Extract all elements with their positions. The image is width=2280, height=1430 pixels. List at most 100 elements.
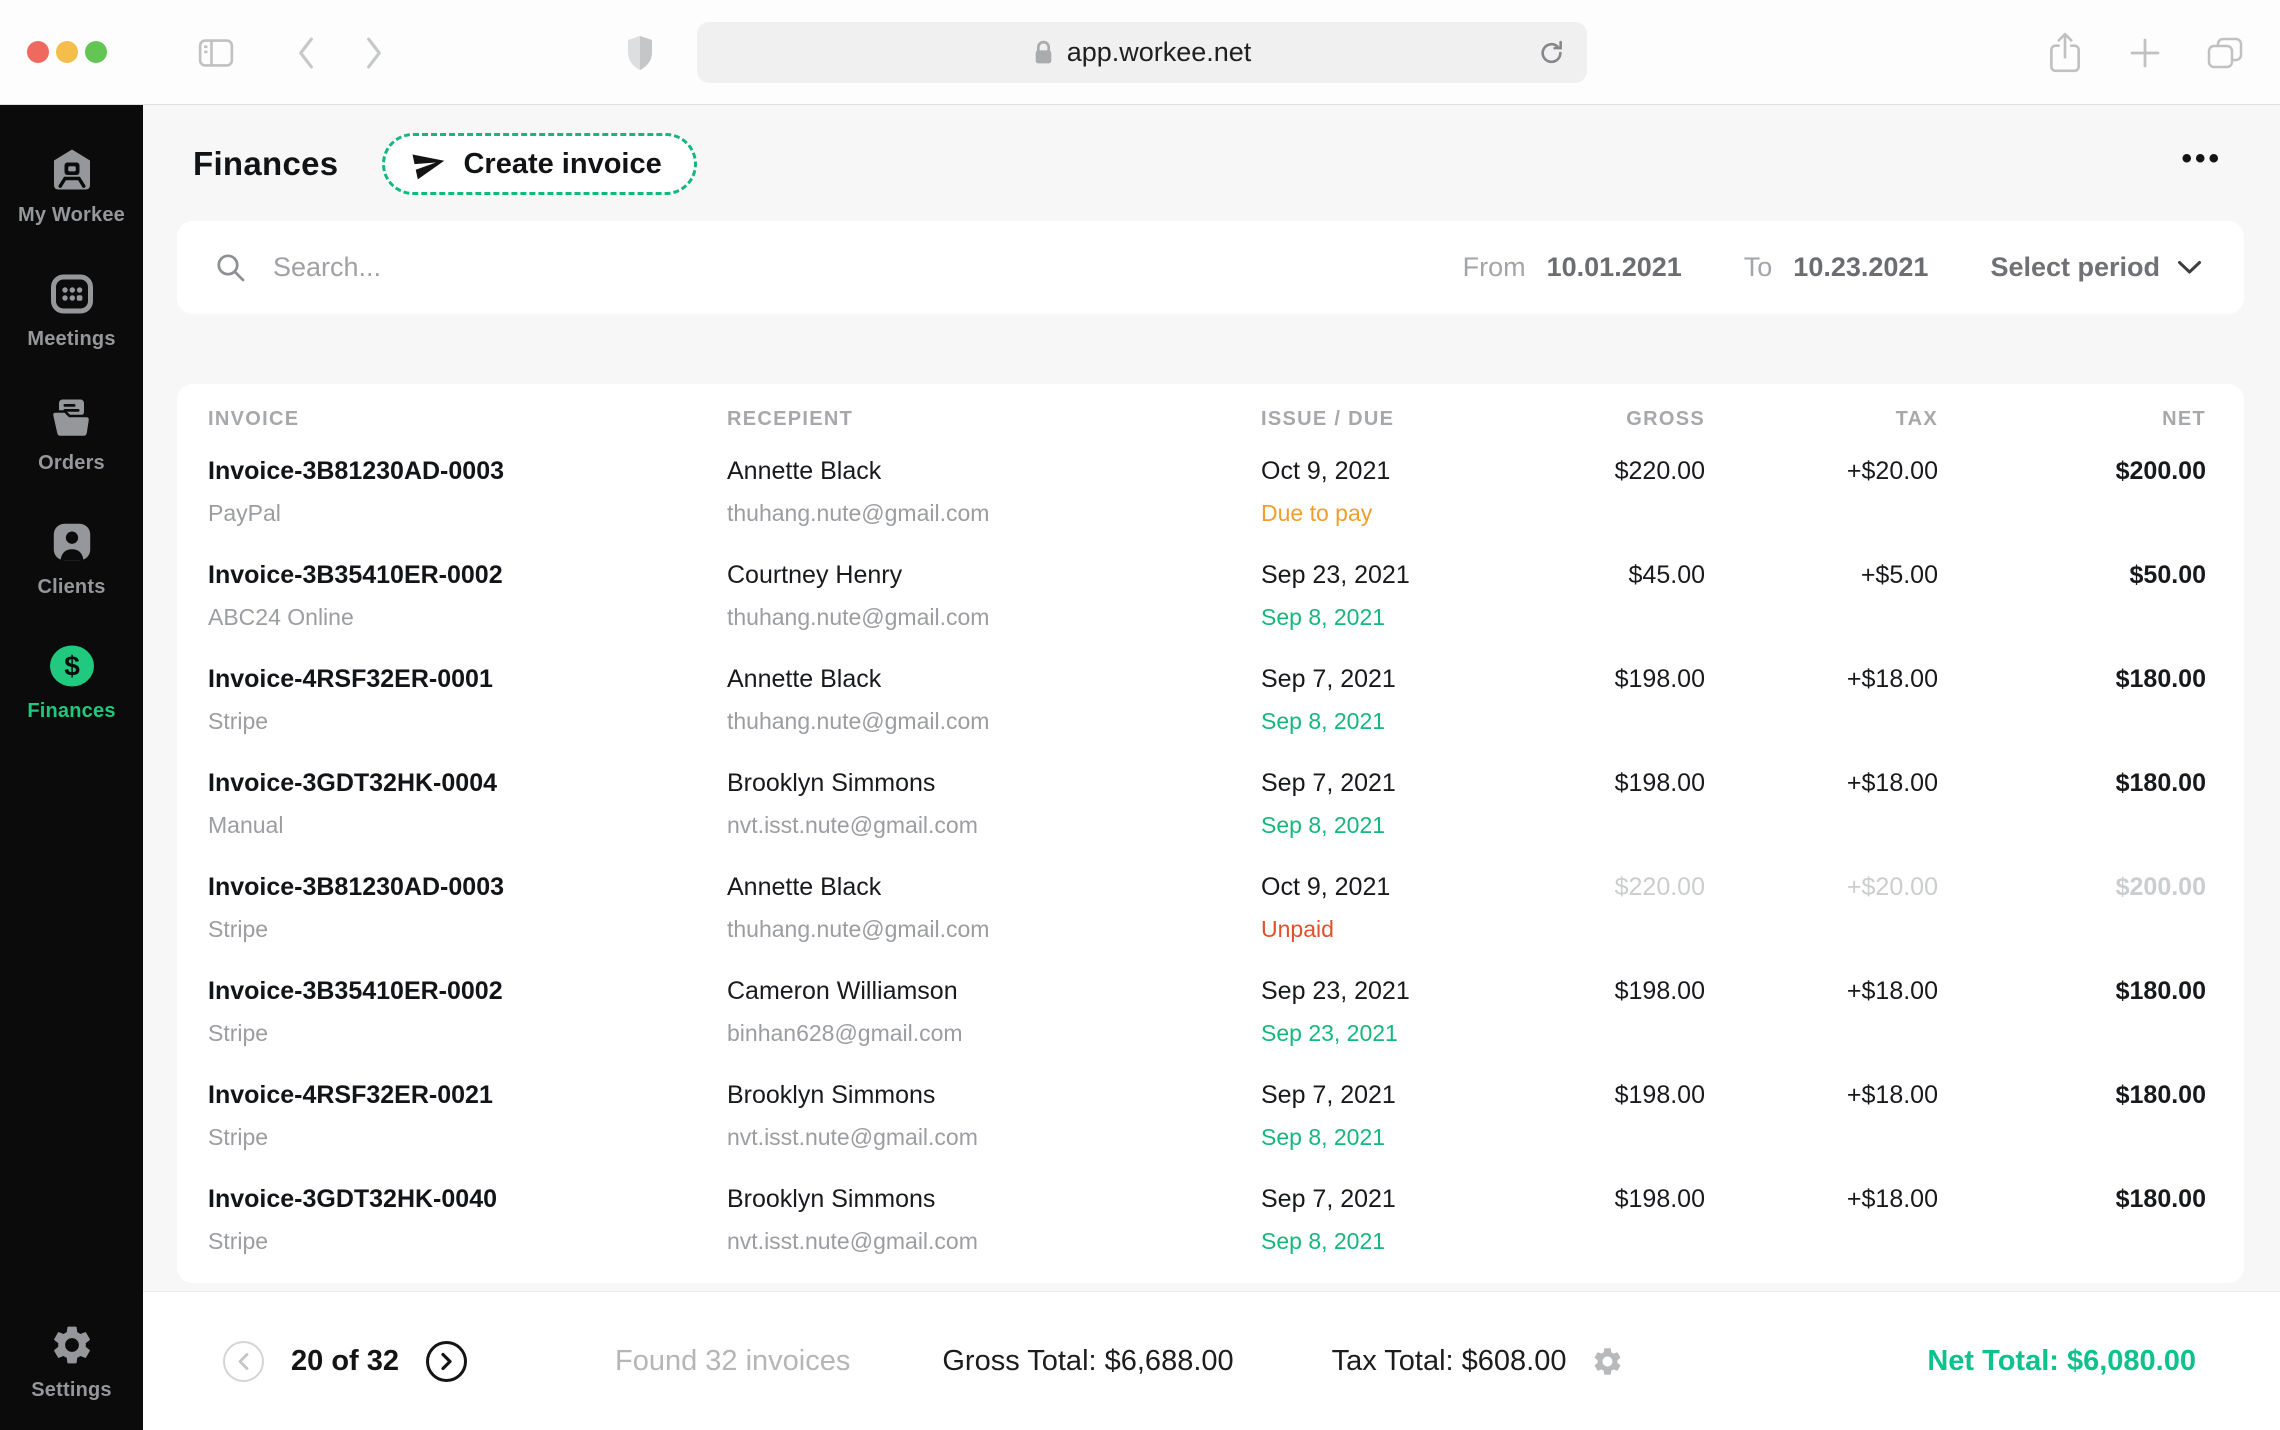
- sidebar-item-label: Settings: [31, 1379, 112, 1402]
- due-status: Sep 8, 2021: [1261, 1226, 1561, 1256]
- table-header-row: INVOICERECEPIENTISSUE / DUEGROSSTAXNET: [208, 404, 2206, 445]
- overflow-menu-icon[interactable]: •••: [2181, 144, 2224, 184]
- sidebar-item-settings[interactable]: Settings: [31, 1320, 112, 1402]
- table-row[interactable]: Invoice-3B35410ER-0002 Stripe Cameron Wi…: [208, 965, 2206, 1069]
- due-status: Sep 8, 2021: [1261, 1122, 1561, 1152]
- search-icon: [215, 252, 246, 283]
- next-page-button[interactable]: [426, 1341, 467, 1382]
- invoice-id: Invoice-3B35410ER-0002: [208, 559, 727, 591]
- net-amount: $180.00: [1938, 663, 2206, 695]
- due-status: Sep 8, 2021: [1261, 706, 1561, 736]
- tax-amount: +$18.00: [1705, 767, 1938, 799]
- invoice-id: Invoice-3GDT32HK-0040: [208, 1183, 727, 1215]
- net-amount: $180.00: [1938, 1183, 2206, 1215]
- tax-amount: +$18.00: [1705, 1079, 1938, 1111]
- recipient-email: nvt.isst.nute@gmail.com: [727, 1226, 1261, 1256]
- column-header-recepient: RECEPIENT: [727, 408, 1261, 431]
- summary-footer: 20 of 32 Found 32 invoices Gross Total: …: [143, 1291, 2280, 1430]
- select-period-dropdown[interactable]: Select period: [1990, 252, 2202, 283]
- filter-bar: From 10.01.2021 To 10.23.2021 Select per…: [177, 221, 2244, 314]
- from-label: From: [1463, 252, 1526, 283]
- dollar-icon: $: [47, 641, 97, 691]
- sidebar-item-label: My Workee: [18, 204, 125, 227]
- gross-amount: $45.00: [1561, 559, 1705, 591]
- new-tab-icon[interactable]: [2122, 0, 2168, 105]
- shield-icon[interactable]: [616, 0, 664, 105]
- tax-amount: +$5.00: [1705, 559, 1938, 591]
- address-bar[interactable]: app.workee.net: [697, 22, 1587, 83]
- table-row[interactable]: Invoice-3GDT32HK-0040 Stripe Brooklyn Si…: [208, 1173, 2206, 1277]
- sidebar-toggle-icon[interactable]: [192, 0, 240, 105]
- svg-text:$: $: [64, 651, 80, 682]
- minimize-window-button[interactable]: [56, 41, 78, 63]
- table-row[interactable]: Invoice-4RSF32ER-0001 Stripe Annette Bla…: [208, 653, 2206, 757]
- select-period-label: Select period: [1990, 252, 2160, 283]
- window-controls: [27, 41, 107, 63]
- previous-page-button[interactable]: [223, 1341, 264, 1382]
- reload-icon[interactable]: [1532, 38, 1571, 67]
- table-row[interactable]: Invoice-3B81230AD-0003 PayPal Annette Bl…: [208, 445, 2206, 549]
- back-icon[interactable]: [284, 0, 328, 105]
- paper-plane-icon: [412, 147, 446, 181]
- recipient-name: Brooklyn Simmons: [727, 1079, 1261, 1111]
- issue-date: Sep 7, 2021: [1261, 1079, 1561, 1111]
- table-row[interactable]: Invoice-3B81230AD-0003 Stripe Annette Bl…: [208, 861, 2206, 965]
- sidebar-item-meetings[interactable]: Meetings: [27, 269, 115, 351]
- net-total: Net Total: $6,080.00: [1927, 1345, 2196, 1378]
- table-body: Invoice-3B81230AD-0003 PayPal Annette Bl…: [208, 445, 2206, 1277]
- pagination-status: 20 of 32: [291, 1345, 399, 1378]
- issue-date: Sep 7, 2021: [1261, 663, 1561, 695]
- issue-date: Oct 9, 2021: [1261, 455, 1561, 487]
- payment-method: Stripe: [208, 914, 727, 944]
- search-input[interactable]: [271, 251, 831, 284]
- zoom-window-button[interactable]: [85, 41, 107, 63]
- net-amount: $180.00: [1938, 975, 2206, 1007]
- to-date-value[interactable]: 10.23.2021: [1793, 252, 1928, 283]
- gross-amount: $198.00: [1561, 767, 1705, 799]
- close-window-button[interactable]: [27, 41, 49, 63]
- tax-amount: +$18.00: [1705, 663, 1938, 695]
- tax-settings-gear-icon[interactable]: [1591, 1345, 1624, 1378]
- table-row[interactable]: Invoice-3GDT32HK-0004 Manual Brooklyn Si…: [208, 757, 2206, 861]
- table-row[interactable]: Invoice-4RSF32ER-0021 Stripe Brooklyn Si…: [208, 1069, 2206, 1173]
- create-invoice-button[interactable]: Create invoice: [382, 133, 696, 195]
- from-date-value[interactable]: 10.01.2021: [1547, 252, 1682, 283]
- sidebar-item-clients[interactable]: Clients: [37, 517, 105, 599]
- lock-icon: [1033, 39, 1054, 66]
- tax-amount: +$20.00: [1705, 871, 1938, 903]
- net-amount: $200.00: [1938, 455, 2206, 487]
- sidebar-item-finances[interactable]: $ Finances: [27, 641, 115, 723]
- sidebar: My Workee Meetings: [0, 105, 143, 1430]
- share-icon[interactable]: [2040, 0, 2090, 105]
- table-row[interactable]: Invoice-3B35410ER-0002 ABC24 Online Cour…: [208, 549, 2206, 653]
- main-content: Finances Create invoice ••• From 10.01.2…: [143, 105, 2280, 1430]
- recipient-name: Annette Black: [727, 871, 1261, 903]
- gross-amount: $220.00: [1561, 455, 1705, 487]
- create-invoice-label: Create invoice: [463, 148, 661, 181]
- sidebar-item-my-workee[interactable]: My Workee: [18, 145, 125, 227]
- chevron-down-icon: [2177, 260, 2202, 275]
- column-header-tax: TAX: [1705, 408, 1938, 431]
- invoice-table: INVOICERECEPIENTISSUE / DUEGROSSTAXNET I…: [177, 384, 2244, 1283]
- column-header-invoice: INVOICE: [208, 408, 727, 431]
- invoice-id: Invoice-3B81230AD-0003: [208, 455, 727, 487]
- issue-date: Sep 23, 2021: [1261, 975, 1561, 1007]
- tab-overview-icon[interactable]: [2200, 0, 2250, 105]
- due-status: Sep 8, 2021: [1261, 810, 1561, 840]
- sidebar-item-label: Orders: [38, 452, 105, 475]
- due-status: Due to pay: [1261, 498, 1561, 528]
- sidebar-item-orders[interactable]: Orders: [38, 393, 105, 475]
- payment-method: Stripe: [208, 1018, 727, 1048]
- gear-icon: [49, 1320, 95, 1370]
- gross-amount: $198.00: [1561, 663, 1705, 695]
- recipient-email: thuhang.nute@gmail.com: [727, 706, 1261, 736]
- recipient-name: Brooklyn Simmons: [727, 1183, 1261, 1215]
- home-icon: [48, 145, 96, 195]
- recipient-name: Cameron Williamson: [727, 975, 1261, 1007]
- folder-icon: [47, 393, 95, 443]
- payment-method: Stripe: [208, 706, 727, 736]
- due-status: Sep 23, 2021: [1261, 1018, 1561, 1048]
- forward-icon[interactable]: [352, 0, 396, 105]
- invoice-id: Invoice-3B81230AD-0003: [208, 871, 727, 903]
- tax-total: Tax Total: $608.00: [1332, 1345, 1567, 1378]
